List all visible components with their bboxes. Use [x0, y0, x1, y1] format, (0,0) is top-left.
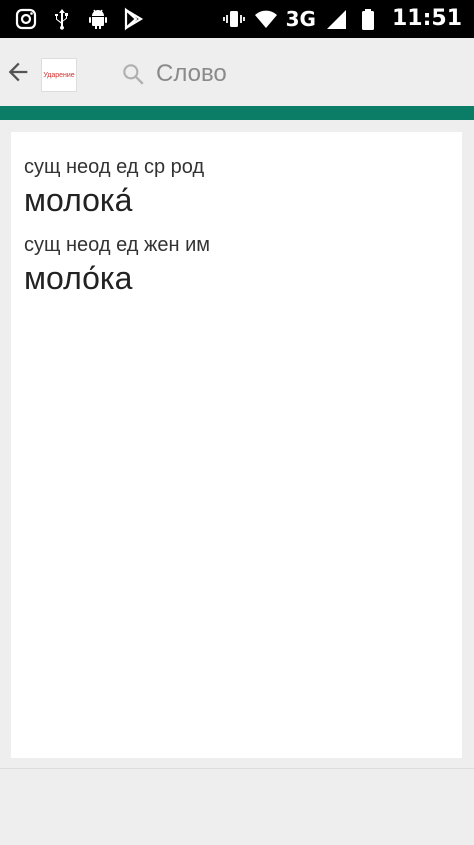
entry-word: молока́ [24, 182, 133, 218]
result-entry[interactable]: сущ неод ед жен им моло́ка [24, 232, 449, 298]
instagram-icon [15, 8, 37, 30]
accent-bar [0, 106, 474, 120]
bottom-bar [0, 768, 474, 845]
notification-icons [14, 7, 146, 31]
app-logo: Ударение [41, 58, 77, 92]
results-card: сущ неод ед ср род молока́ сущ неод ед ж… [11, 132, 462, 758]
search-icon [123, 64, 144, 85]
wifi-icon [254, 10, 277, 28]
android-icon [89, 9, 107, 29]
status-bar: 3G 11:51 [0, 0, 474, 38]
search-input[interactable] [156, 60, 416, 88]
network-type: 3G [285, 7, 316, 31]
vibrate-icon [222, 11, 245, 27]
entry-grammar: сущ неод ед ср род [24, 156, 205, 178]
arrow-back-icon [8, 62, 28, 82]
app-bar: Ударение [0, 38, 474, 106]
signal-icon [326, 10, 346, 29]
clock: 11:51 [391, 6, 462, 31]
app-logo-text: Ударение [43, 71, 75, 79]
entry-grammar: сущ неод ед жен им [24, 234, 211, 256]
battery-icon [361, 9, 374, 30]
result-entry[interactable]: сущ неод ед ср род молока́ [24, 154, 449, 220]
entry-word: моло́ка [24, 260, 133, 296]
search-box[interactable] [120, 56, 450, 92]
usb-icon [55, 9, 68, 30]
system-icons: 3G 11:51 [222, 5, 462, 33]
back-button[interactable] [2, 56, 34, 88]
play-store-icon [124, 7, 144, 31]
